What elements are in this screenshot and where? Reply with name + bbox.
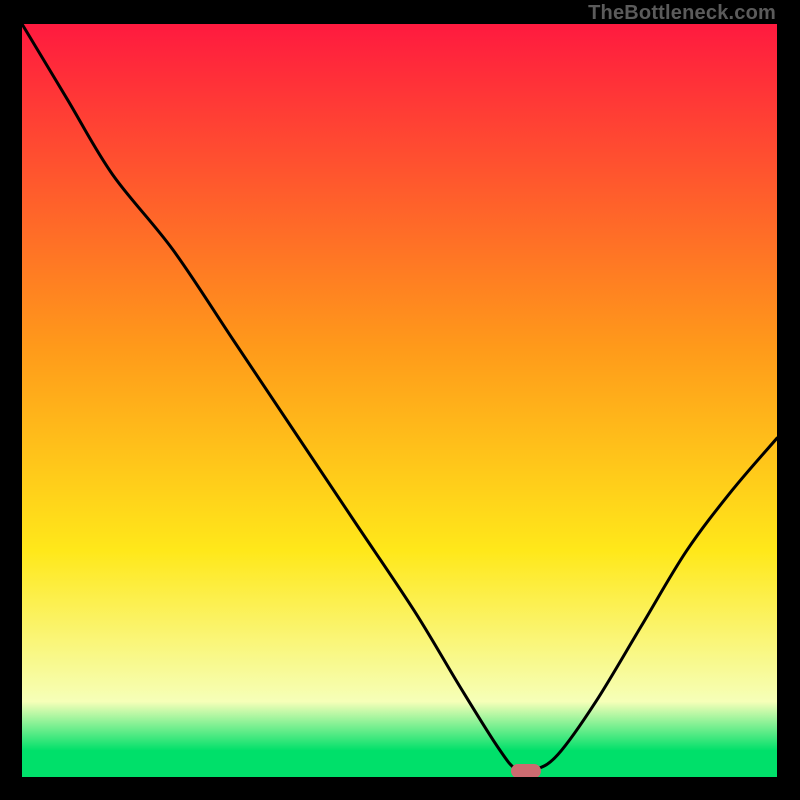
plot-area xyxy=(22,24,777,777)
optimum-marker xyxy=(511,764,541,777)
watermark-text: TheBottleneck.com xyxy=(588,2,776,25)
plot-svg xyxy=(22,24,777,777)
gradient-background xyxy=(22,24,777,777)
chart-frame: TheBottleneck.com xyxy=(0,0,800,800)
